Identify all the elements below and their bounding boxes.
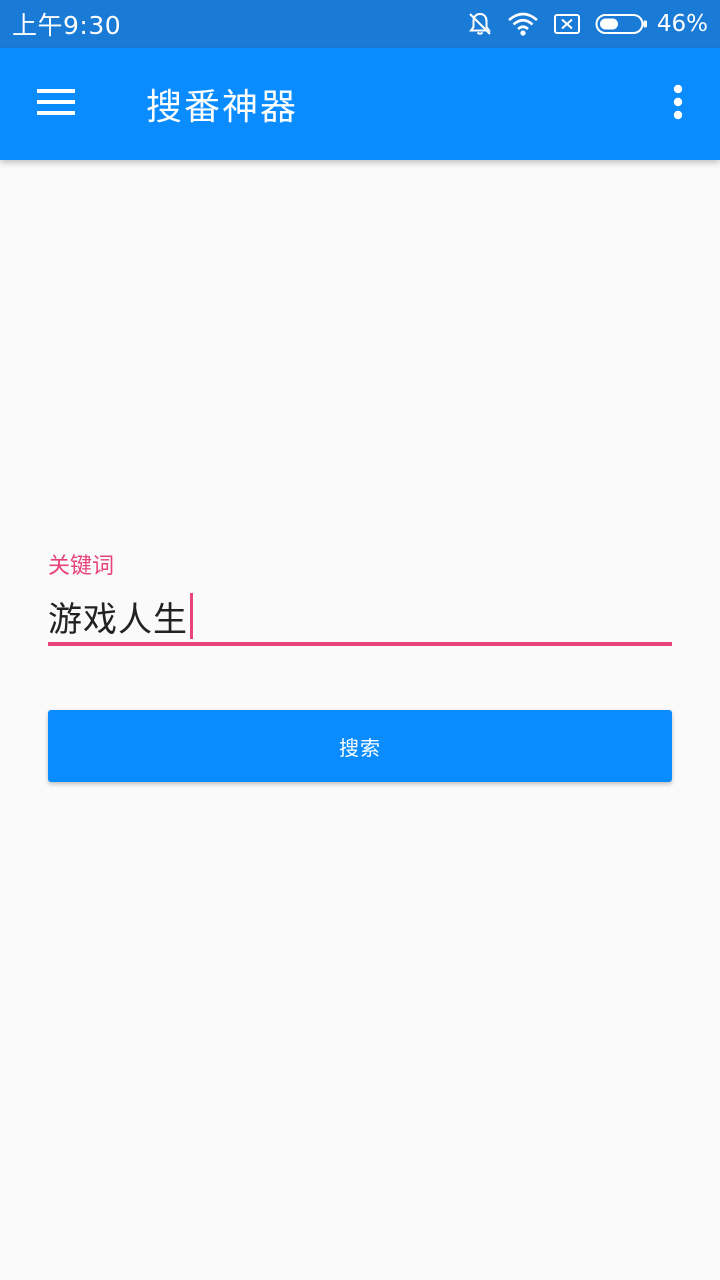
overflow-menu-button[interactable] [628, 68, 700, 140]
hamburger-menu-icon [37, 88, 75, 120]
status-icons: 46% [467, 11, 708, 37]
bell-muted-icon [467, 11, 493, 37]
app-bar: 搜番神器 [0, 48, 720, 160]
keyword-underline [48, 642, 672, 646]
app-title: 搜番神器 [146, 87, 299, 128]
text-caret [190, 593, 193, 639]
battery-indicator: 46% [595, 11, 708, 37]
wifi-icon [507, 11, 539, 37]
keyword-value: 游戏人生 [48, 599, 188, 640]
battery-percent: 46% [656, 11, 708, 37]
search-button-label: 搜索 [339, 735, 381, 760]
status-time: 上午9:30 [12, 11, 122, 40]
status-bar: 上午9:30 46% [0, 0, 720, 48]
search-button[interactable]: 搜索 [48, 710, 672, 782]
more-vert-icon [672, 84, 684, 124]
menu-button[interactable] [20, 68, 92, 140]
battery-icon [595, 13, 649, 35]
keyword-field[interactable]: 关键词 游戏人生 [48, 544, 672, 648]
sim-blocked-icon [553, 12, 581, 36]
keyword-label: 关键词 [48, 554, 115, 579]
keyword-input[interactable]: 游戏人生 [48, 588, 672, 644]
